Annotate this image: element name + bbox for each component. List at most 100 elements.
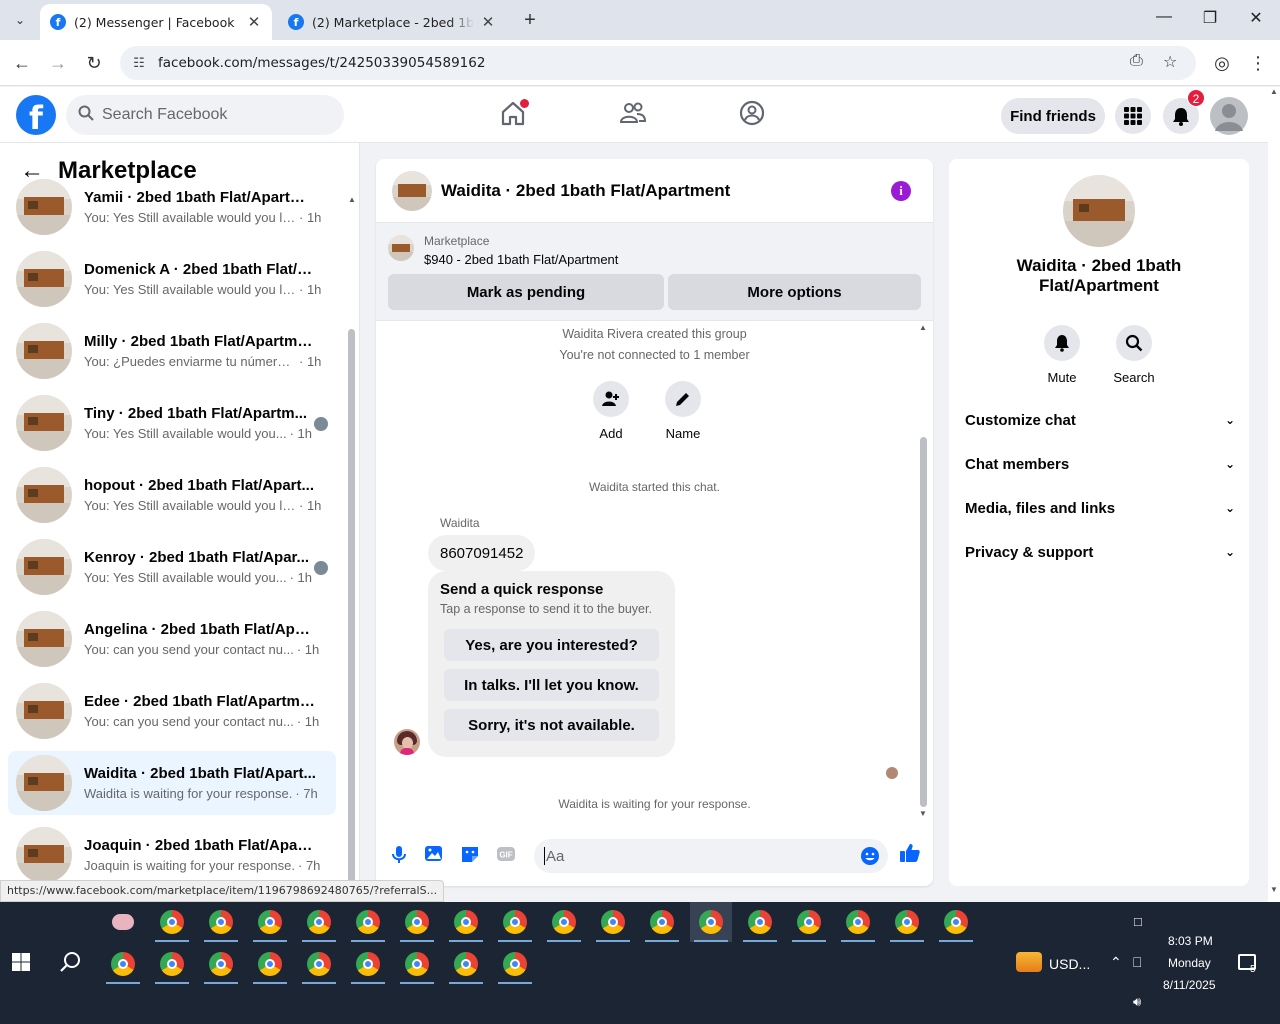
thumbs-up-icon[interactable] (899, 842, 921, 864)
add-member-button[interactable]: Add (581, 381, 641, 441)
conversation-item[interactable]: Kenroy · 2bed 1bath Flat/Apar... You: Yes… (8, 535, 336, 599)
find-friends-button[interactable]: Find friends (1001, 98, 1105, 134)
taskbar-chrome-icon[interactable] (935, 902, 977, 942)
taskbar-chrome-icon[interactable] (592, 902, 634, 942)
install-app-icon[interactable]: ⎙ (1130, 52, 1143, 70)
currency-widget-label[interactable]: USD... (1049, 956, 1090, 972)
conversation-item[interactable]: Tiny · 2bed 1bath Flat/Apartm... You: Yes… (8, 391, 336, 455)
tab-messenger[interactable]: f (2) Messenger | Facebook ✕ (40, 4, 272, 40)
conversation-item[interactable]: Domenick A · 2bed 1bath Flat/A... You: Ye… (8, 247, 336, 311)
message-bubble[interactable]: 8607091452 (428, 535, 536, 571)
taskbar-app-snip-icon[interactable] (102, 902, 144, 942)
network-icon[interactable]: ⎕ (1133, 954, 1141, 971)
more-options-button[interactable]: More options (668, 274, 921, 310)
photo-icon[interactable] (423, 843, 445, 865)
quick-response-yes-button[interactable]: Yes, are you interested? (444, 629, 659, 661)
taskbar-chrome-icon[interactable] (886, 902, 928, 942)
conversation-item[interactable]: Angelina · 2bed 1bath Flat/Apart... You: … (8, 607, 336, 671)
taskbar-chrome-icon[interactable] (494, 902, 536, 942)
close-window-icon[interactable]: ✕ (1236, 8, 1276, 28)
taskbar-chrome-icon[interactable] (151, 902, 193, 942)
search-conversation-button[interactable]: Search (1104, 325, 1164, 385)
chat-members-section[interactable]: Chat members ⌄ (965, 446, 1235, 482)
taskbar-chrome-icon[interactable] (788, 902, 830, 942)
mark-as-pending-button[interactable]: Mark as pending (388, 274, 664, 310)
conversation-item[interactable]: Joaquin · 2bed 1bath Flat/Apart... Joaqui… (8, 823, 336, 887)
close-tab-icon[interactable]: ✕ (246, 13, 262, 31)
taskbar-chrome-icon[interactable] (249, 944, 291, 984)
emoji-icon[interactable] (860, 846, 880, 870)
clock-date[interactable]: 8/11/2025 (1163, 978, 1216, 992)
facebook-logo-icon[interactable]: f (16, 95, 56, 137)
tab-marketplace[interactable]: f (2) Marketplace - 2bed 1bath Flat/Apar… (278, 4, 506, 40)
taskbar-chrome-icon[interactable] (298, 902, 340, 942)
chat-scrollbar[interactable]: ▲ ▼ (918, 321, 928, 821)
conversation-item[interactable]: Yamii · 2bed 1bath Flat/Apartment You: Ye… (8, 175, 336, 239)
forward-icon[interactable]: → (45, 50, 71, 76)
groups-icon[interactable] (738, 99, 768, 129)
tab-search-dropdown[interactable]: ⌄ (6, 6, 34, 34)
chat-title[interactable]: Waidita · 2bed 1bath Flat/Apartment (441, 181, 730, 201)
taskbar-chrome-icon[interactable] (690, 902, 732, 942)
quick-response-not-available-button[interactable]: Sorry, it's not available. (444, 709, 659, 741)
minimize-icon[interactable]: — (1144, 8, 1184, 26)
gif-icon[interactable]: GIF (495, 843, 517, 865)
menu-grid-icon[interactable] (1115, 98, 1151, 134)
taskbar-chrome-icon[interactable] (396, 902, 438, 942)
taskbar-chrome-icon[interactable] (200, 944, 242, 984)
taskbar-chrome-icon[interactable] (102, 944, 144, 984)
reload-icon[interactable]: ↻ (81, 50, 107, 76)
name-group-button[interactable]: Name (653, 381, 713, 441)
listing-price-title[interactable]: $940 - 2bed 1bath Flat/Apartment (424, 252, 618, 267)
taskbar-chrome-icon[interactable] (249, 902, 291, 942)
info-icon[interactable]: i (891, 181, 911, 201)
volume-icon[interactable]: 🔊︎ (1133, 994, 1141, 1010)
menu-kebab-icon[interactable]: ⋮ (1245, 50, 1271, 76)
taskbar-chrome-icon[interactable] (837, 902, 879, 942)
taskbar-chrome-icon[interactable] (494, 944, 536, 984)
quick-response-in-talks-button[interactable]: In talks. I'll let you know. (444, 669, 659, 701)
media-files-links-section[interactable]: Media, files and links ⌄ (965, 490, 1235, 526)
taskbar-chrome-icon[interactable] (347, 902, 389, 942)
windows-start-icon[interactable] (0, 942, 42, 982)
sender-avatar[interactable] (394, 729, 420, 755)
taskbar-chrome-icon[interactable] (396, 944, 438, 984)
conversation-item[interactable]: Waidita · 2bed 1bath Flat/Apart... Waidit… (8, 751, 336, 815)
facebook-search-input[interactable]: Search Facebook (66, 95, 344, 135)
chat-avatar[interactable] (392, 170, 432, 211)
currency-widget-icon[interactable] (1016, 952, 1042, 972)
message-input[interactable]: Aa (534, 839, 888, 873)
sidebar-scrollbar[interactable]: ▲ (347, 191, 356, 903)
bookmark-star-icon[interactable]: ☆ (1163, 52, 1177, 72)
friends-icon[interactable] (619, 99, 649, 129)
mute-button[interactable]: Mute (1032, 325, 1092, 385)
sticker-icon[interactable] (459, 843, 481, 865)
conversation-item[interactable]: Milly · 2bed 1bath Flat/Apartment You: ¿P… (8, 319, 336, 383)
privacy-support-section[interactable]: Privacy & support ⌄ (965, 534, 1235, 570)
taskbar-chrome-icon[interactable] (445, 944, 487, 984)
tablet-mode-icon[interactable]: □ (1134, 914, 1142, 929)
profile-icon[interactable]: ◎ (1209, 50, 1235, 76)
taskbar-chrome-icon[interactable] (445, 902, 487, 942)
taskbar-chrome-icon[interactable] (641, 902, 683, 942)
account-avatar[interactable] (1210, 97, 1248, 135)
back-icon[interactable]: ← (9, 50, 35, 76)
taskbar-chrome-icon[interactable] (200, 902, 242, 942)
url-text[interactable]: facebook.com/messages/t/2425033905458916… (158, 55, 485, 71)
taskbar-search-icon[interactable] (50, 942, 92, 982)
taskbar-chrome-icon[interactable] (298, 944, 340, 984)
clock-time[interactable]: 8:03 PM (1168, 934, 1213, 948)
conversation-item[interactable]: Edee · 2bed 1bath Flat/Apartment You: can… (8, 679, 336, 743)
customize-chat-section[interactable]: Customize chat ⌄ (965, 402, 1235, 438)
listing-thumbnail[interactable] (388, 235, 414, 261)
close-tab-icon[interactable]: ✕ (480, 13, 496, 31)
show-hidden-icons-chevron-icon[interactable]: ⌃ (1110, 954, 1122, 971)
clock-day[interactable]: Monday (1168, 956, 1211, 970)
details-avatar[interactable] (1063, 175, 1135, 247)
new-tab-button[interactable]: + (518, 8, 542, 32)
restore-icon[interactable]: ❐ (1190, 8, 1230, 28)
taskbar-chrome-icon[interactable] (151, 944, 193, 984)
microphone-icon[interactable] (388, 843, 410, 865)
taskbar-chrome-icon[interactable] (347, 944, 389, 984)
taskbar-chrome-icon[interactable] (543, 902, 585, 942)
